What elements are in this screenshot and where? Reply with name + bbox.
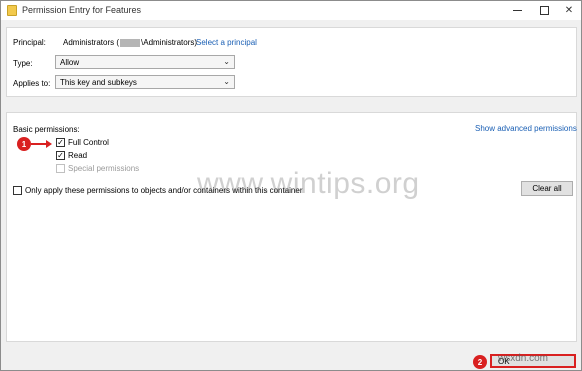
show-advanced-permissions-link[interactable]: Show advanced permissions bbox=[475, 124, 577, 133]
only-apply-checkbox[interactable] bbox=[13, 186, 22, 195]
corner-watermark: wsxdn.com bbox=[498, 353, 549, 364]
clear-all-button[interactable]: Clear all bbox=[521, 181, 573, 196]
type-dropdown-value: Allow bbox=[60, 58, 80, 67]
special-permissions-label: Special permissions bbox=[68, 164, 140, 173]
applies-to-dropdown[interactable]: This key and subkeys ⌄ bbox=[55, 75, 235, 89]
maximize-icon bbox=[539, 6, 549, 15]
basic-permissions-heading: Basic permissions: bbox=[13, 125, 80, 134]
principal-value-suffix: \Administrators) bbox=[141, 38, 198, 47]
principal-label: Principal: bbox=[13, 38, 46, 47]
maximize-button[interactable] bbox=[531, 1, 557, 20]
full-control-checkbox[interactable]: ✓ bbox=[56, 138, 65, 147]
minimize-icon bbox=[512, 10, 522, 11]
read-label: Read bbox=[68, 151, 88, 160]
window-title: Permission Entry for Features bbox=[22, 5, 142, 15]
arrow-right-icon bbox=[46, 140, 52, 148]
read-checkbox[interactable]: ✓ bbox=[56, 151, 65, 160]
principal-value: Administrators ( \Administrators) bbox=[63, 38, 197, 47]
applies-to-label: Applies to: bbox=[13, 79, 51, 88]
special-permissions-checkbox bbox=[56, 164, 65, 173]
step-1-badge: 1 bbox=[17, 137, 31, 151]
checkmark-icon: ✓ bbox=[57, 137, 64, 147]
redacted-domain bbox=[120, 38, 141, 47]
minimize-button[interactable] bbox=[504, 1, 530, 20]
applies-to-dropdown-value: This key and subkeys bbox=[60, 78, 137, 87]
principal-value-prefix: Administrators ( bbox=[63, 38, 120, 47]
chevron-down-icon: ⌄ bbox=[223, 77, 230, 86]
type-label: Type: bbox=[13, 59, 33, 68]
full-control-label: Full Control bbox=[68, 138, 109, 147]
chevron-down-icon: ⌄ bbox=[223, 57, 230, 66]
select-principal-link[interactable]: Select a principal bbox=[196, 38, 257, 47]
close-icon: ✕ bbox=[564, 5, 574, 16]
folder-icon bbox=[7, 5, 17, 16]
watermark: www.wintips.org bbox=[197, 167, 420, 200]
step-1-arrow-line bbox=[31, 143, 47, 145]
type-dropdown[interactable]: Allow ⌄ bbox=[55, 55, 235, 69]
permissions-panel: Basic permissions: Show advanced permiss… bbox=[6, 112, 577, 342]
close-button[interactable]: ✕ bbox=[556, 1, 582, 20]
permission-entry-dialog: Permission Entry for Features ✕ Principa… bbox=[0, 0, 582, 371]
title-bar: Permission Entry for Features ✕ bbox=[1, 1, 581, 20]
principal-panel: Principal: Administrators ( \Administrato… bbox=[6, 27, 577, 97]
step-2-badge: 2 bbox=[473, 355, 487, 369]
checkmark-icon: ✓ bbox=[57, 150, 64, 160]
